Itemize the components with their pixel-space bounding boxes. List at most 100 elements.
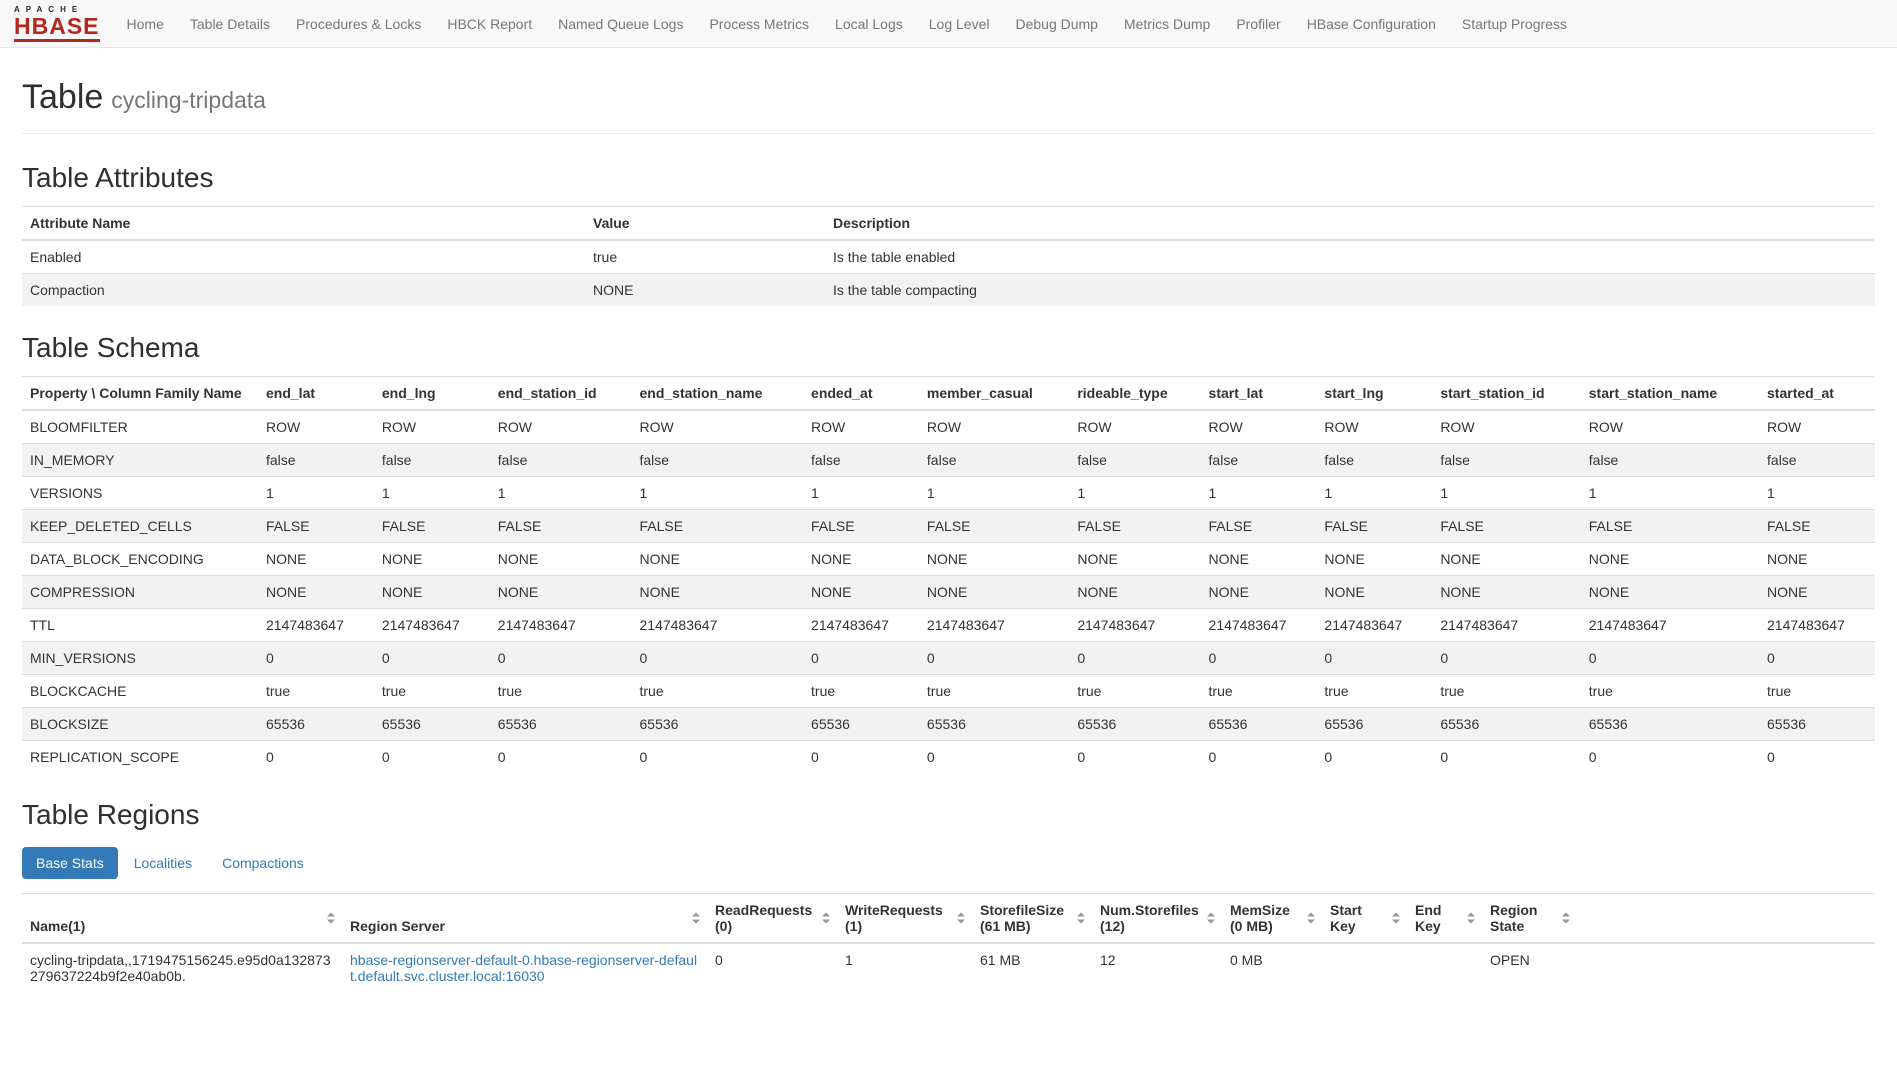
table-cell: 1 xyxy=(490,477,632,510)
nav-item-profiler[interactable]: Profiler xyxy=(1223,2,1293,46)
table-cell: true xyxy=(585,240,825,274)
column-header-read-requests[interactable]: ReadRequests (0) xyxy=(707,894,837,944)
table-cell: 0 xyxy=(258,642,374,675)
table-cell: 0 xyxy=(490,642,632,675)
table-cell: true xyxy=(1581,675,1759,708)
nav-item-hbck-report[interactable]: HBCK Report xyxy=(434,2,545,46)
table-row: BLOOMFILTERROWROWROWROWROWROWROWROWROWRO… xyxy=(22,410,1875,444)
table-row: KEEP_DELETED_CELLSFALSEFALSEFALSEFALSEFA… xyxy=(22,510,1875,543)
column-header-end-key[interactable]: End Key xyxy=(1407,894,1482,944)
table-cell: 65536 xyxy=(919,708,1069,741)
table-cell: Is the table compacting xyxy=(825,274,1875,307)
column-header-write-requests[interactable]: WriteRequests (1) xyxy=(837,894,972,944)
column-header-start-key[interactable]: Start Key xyxy=(1322,894,1407,944)
table-cell: 65536 xyxy=(490,708,632,741)
nav-item-local-logs[interactable]: Local Logs xyxy=(822,2,916,46)
column-header-mem-size[interactable]: MemSize (0 MB) xyxy=(1222,894,1322,944)
table-cell: NONE xyxy=(258,576,374,609)
sort-icon[interactable] xyxy=(1307,913,1315,924)
table-row: BLOCKSIZE6553665536655366553665536655366… xyxy=(22,708,1875,741)
nav-item-debug-dump[interactable]: Debug Dump xyxy=(1002,2,1111,46)
table-cell: 65536 xyxy=(1759,708,1875,741)
spacer-column xyxy=(1577,894,1875,944)
column-header-end-lng: end_lng xyxy=(374,377,490,411)
nav-item-startup-progress[interactable]: Startup Progress xyxy=(1449,2,1580,46)
table-cell: 0 xyxy=(1201,741,1317,774)
nav-item-table-details[interactable]: Table Details xyxy=(177,2,283,46)
table-cell: 0 xyxy=(1432,741,1580,774)
table-cell: false xyxy=(1201,444,1317,477)
table-cell: true xyxy=(258,675,374,708)
nav-item-hbase-configuration[interactable]: HBase Configuration xyxy=(1294,2,1449,46)
table-cell: NONE xyxy=(374,576,490,609)
spacer-cell xyxy=(1577,943,1875,992)
sort-icon[interactable] xyxy=(1077,913,1085,924)
page-title-text: Table xyxy=(22,78,103,116)
table-cell: true xyxy=(490,675,632,708)
table-cell: false xyxy=(258,444,374,477)
table-cell: NONE xyxy=(374,543,490,576)
table-cell: ROW xyxy=(1581,410,1759,444)
column-header-start-station-id: start_station_id xyxy=(1432,377,1580,411)
column-header-end-station-name: end_station_name xyxy=(632,377,804,411)
column-header-region-server[interactable]: Region Server xyxy=(342,894,707,944)
table-row: TTL2147483647214748364721474836472147483… xyxy=(22,609,1875,642)
table-cell: NONE xyxy=(1316,543,1432,576)
column-header-name[interactable]: Name(1) xyxy=(22,894,342,944)
attributes-heading: Table Attributes xyxy=(22,162,1875,194)
table-cell: FALSE xyxy=(632,510,804,543)
sort-icon[interactable] xyxy=(822,913,830,924)
table-cell: true xyxy=(1759,675,1875,708)
nav-item-named-queue-logs[interactable]: Named Queue Logs xyxy=(545,2,696,46)
table-cell: 2147483647 xyxy=(1432,609,1580,642)
table-cell: REPLICATION_SCOPE xyxy=(22,741,258,774)
table-cell: 65536 xyxy=(1069,708,1200,741)
attributes-table: Attribute NameValueDescription Enabledtr… xyxy=(22,206,1875,306)
table-cell: TTL xyxy=(22,609,258,642)
nav-item-log-level[interactable]: Log Level xyxy=(916,2,1003,46)
write-requests-cell: 1 xyxy=(837,943,972,992)
sort-icon[interactable] xyxy=(1562,913,1570,924)
sort-icon[interactable] xyxy=(1392,913,1400,924)
schema-table: Property \ Column Family Nameend_latend_… xyxy=(22,376,1875,773)
table-cell: 0 xyxy=(258,741,374,774)
table-cell: 0 xyxy=(1759,741,1875,774)
table-cell: 1 xyxy=(1201,477,1317,510)
table-cell: false xyxy=(1581,444,1759,477)
nav-item-home[interactable]: Home xyxy=(114,2,177,46)
tab-base-stats[interactable]: Base Stats xyxy=(22,847,118,879)
nav-item-procedures-locks[interactable]: Procedures & Locks xyxy=(283,2,434,46)
table-cell: 2147483647 xyxy=(1759,609,1875,642)
logo-hbase-text: HBASE xyxy=(14,15,100,42)
table-cell: ROW xyxy=(1201,410,1317,444)
nav-item-metrics-dump[interactable]: Metrics Dump xyxy=(1111,2,1223,46)
tab-localities[interactable]: Localities xyxy=(120,847,206,879)
column-header-start-lat: start_lat xyxy=(1201,377,1317,411)
table-cell: true xyxy=(632,675,804,708)
sort-icon[interactable] xyxy=(1207,913,1215,924)
column-header-region-state[interactable]: Region State xyxy=(1482,894,1577,944)
hbase-logo[interactable]: APACHE HBASE xyxy=(14,5,100,42)
column-header-started-at: started_at xyxy=(1759,377,1875,411)
start-key-cell xyxy=(1322,943,1407,992)
table-cell: 2147483647 xyxy=(919,609,1069,642)
sort-icon[interactable] xyxy=(957,913,965,924)
table-cell: NONE xyxy=(1581,543,1759,576)
regions-header-row: Name(1) Region Server ReadRequests (0) W… xyxy=(22,894,1875,944)
nav-item-process-metrics[interactable]: Process Metrics xyxy=(696,2,822,46)
storefile-size-cell: 61 MB xyxy=(972,943,1092,992)
column-header-storefile-size[interactable]: StorefileSize (61 MB) xyxy=(972,894,1092,944)
column-header-start-station-name: start_station_name xyxy=(1581,377,1759,411)
table-cell: NONE xyxy=(1201,576,1317,609)
region-server-link[interactable]: hbase-regionserver-default-0.hbase-regio… xyxy=(350,952,697,984)
column-header-num-storefiles[interactable]: Num.Storefiles (12) xyxy=(1092,894,1222,944)
column-header-rideable-type: rideable_type xyxy=(1069,377,1200,411)
table-cell: NONE xyxy=(258,543,374,576)
sort-icon[interactable] xyxy=(1467,913,1475,924)
table-cell: 65536 xyxy=(632,708,804,741)
table-cell: 1 xyxy=(1581,477,1759,510)
nav-items: HomeTable DetailsProcedures & LocksHBCK … xyxy=(114,2,1580,46)
tab-compactions[interactable]: Compactions xyxy=(208,847,318,879)
sort-icon[interactable] xyxy=(327,913,335,924)
sort-icon[interactable] xyxy=(692,913,700,924)
